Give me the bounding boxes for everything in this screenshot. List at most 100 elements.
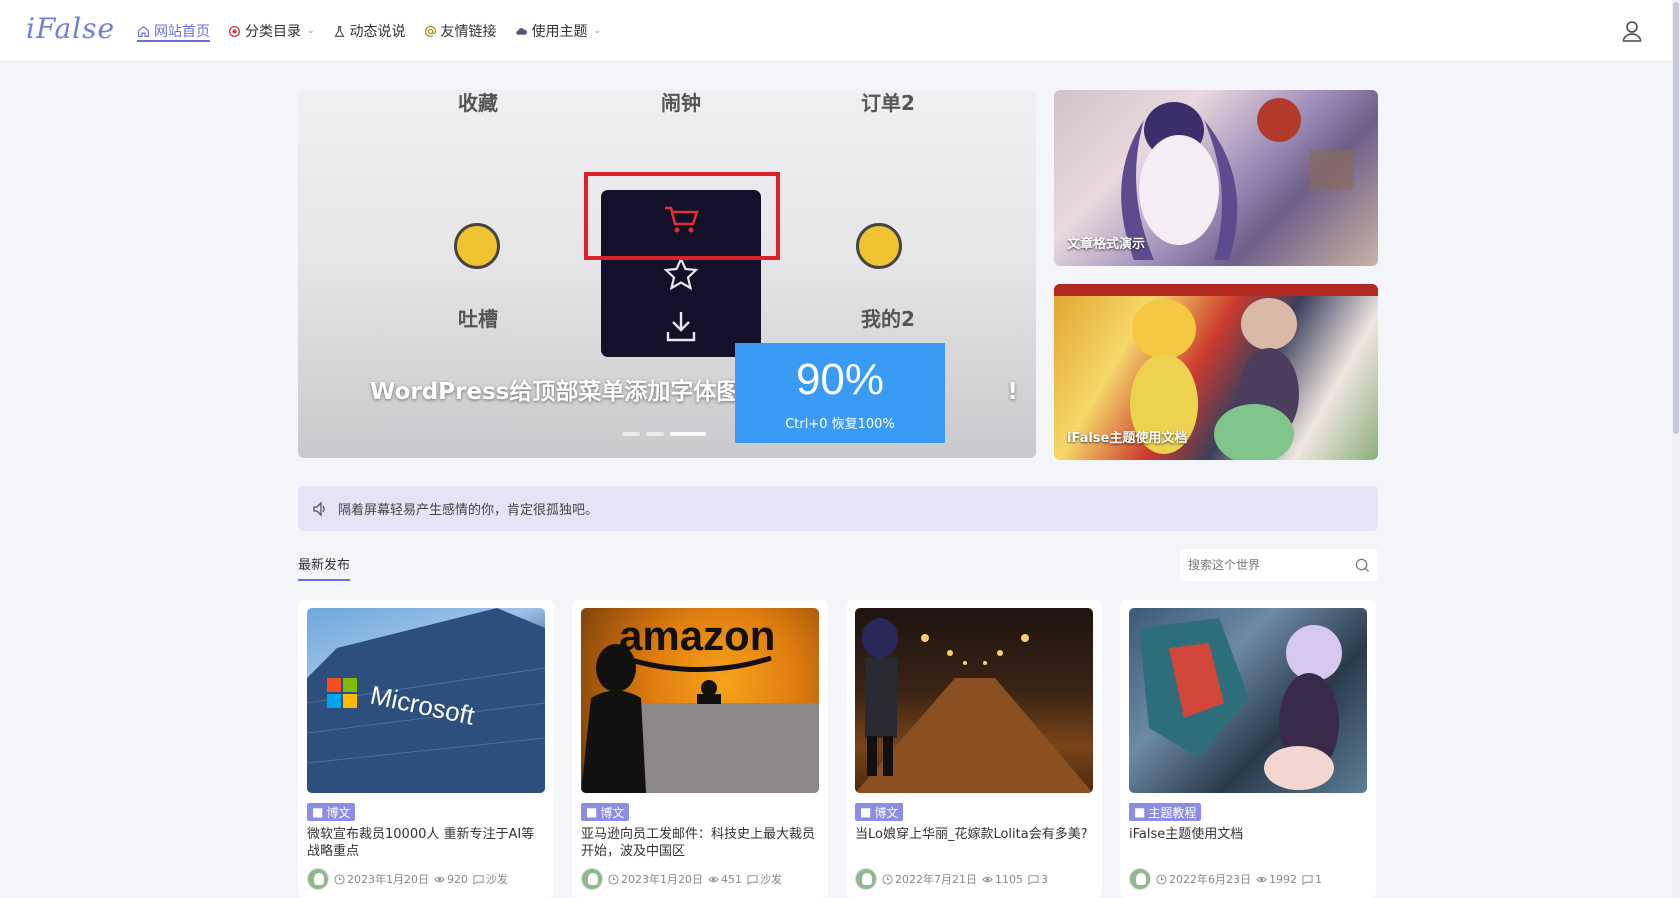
home-icon	[138, 25, 149, 37]
slide-app-label: 吐槽	[458, 307, 498, 331]
post-title[interactable]: 微软宣布裁员10000人 重新专注于AI等战略重点	[307, 826, 545, 860]
post-meta: 2022年7月21日 1105 3	[855, 868, 1048, 890]
nav-item-theme[interactable]: 使用主题 ⌄	[515, 0, 602, 62]
section-title-latest[interactable]: 最新发布	[298, 554, 351, 581]
slide-app-label: 订单2	[861, 91, 915, 115]
at-icon	[424, 25, 436, 37]
nav-label: 网站首页	[154, 24, 210, 40]
chevron-down-icon: ⌄	[593, 26, 602, 36]
avatar[interactable]	[307, 868, 329, 890]
nav-item-links[interactable]: 友情链接	[424, 0, 497, 62]
post-title[interactable]: iFalse主题使用文档	[1129, 826, 1367, 843]
announcement-bar: 隔着屏幕轻易产生感情的你，肯定很孤独吧。	[298, 486, 1378, 531]
star-icon	[663, 256, 699, 291]
post-thumbnail[interactable]: Microsoft	[307, 608, 545, 793]
post-thumbnail[interactable]: amazon	[581, 608, 819, 793]
nav-item-home[interactable]: 网站首页	[137, 0, 210, 62]
post-comments: 1	[1302, 873, 1322, 886]
category-tag[interactable]: ■ 主题教程	[1129, 803, 1202, 821]
post-date: 2023年1月20日	[334, 871, 429, 887]
comment-icon	[473, 874, 484, 885]
post-meta: 2023年1月20日 451 沙发	[581, 868, 782, 890]
category-icon	[228, 25, 241, 37]
post-date: 2023年1月20日	[608, 871, 703, 887]
side-card-theme-docs[interactable]: iFalse主题使用文档	[1054, 284, 1378, 460]
slide-app-label: 收藏	[458, 91, 498, 115]
nav-label: 友情链接	[440, 24, 497, 40]
folder-icon: ■	[586, 805, 598, 819]
cloud-icon	[515, 27, 527, 35]
avatar[interactable]	[1129, 868, 1151, 890]
highlight-box	[584, 172, 780, 260]
post-comments: 沙发	[473, 871, 508, 887]
side-card-format-demo[interactable]: 文章格式演示	[1054, 90, 1378, 266]
slider-dot-active[interactable]	[670, 432, 706, 436]
post-views: 920	[434, 873, 468, 886]
chat-bubble-icon	[454, 223, 500, 269]
post-views: 451	[708, 873, 742, 886]
nav-item-category[interactable]: 分类目录 ⌄	[228, 0, 315, 62]
category-tag[interactable]: ■ 博文	[307, 803, 356, 821]
slider-dots	[622, 432, 706, 436]
zoom-indicator: 90% Ctrl+0 恢复100%	[735, 343, 945, 443]
post-views: 1992	[1256, 873, 1297, 886]
svg-text:amazon: amazon	[619, 612, 775, 659]
post-card[interactable]: ■ 博文 当Lo娘穿上华丽_花嫁款Lolita会有多美? 2022年7月21日 1…	[846, 600, 1102, 898]
clock-icon	[608, 873, 619, 885]
side-card-label: 文章格式演示	[1067, 237, 1146, 252]
post-meta: 2023年1月20日 920 沙发	[307, 868, 508, 890]
category-tag[interactable]: ■ 博文	[581, 803, 630, 821]
eye-icon	[708, 876, 719, 882]
folder-icon: ■	[312, 805, 324, 819]
flask-icon	[334, 25, 345, 37]
nav-label: 动态说说	[349, 24, 406, 40]
post-card[interactable]: Microsoft ■ 博文 微软宣布裁员10000人 重新专注于AI等战略重点 …	[298, 600, 554, 898]
amazon-office-image: amazon	[581, 612, 819, 793]
post-card[interactable]: amazon ■ 博文 亚马逊向员工发邮件：科技史上最大裁员开始，波及中国区 20…	[572, 600, 828, 898]
post-title[interactable]: 当Lo娘穿上华丽_花嫁款Lolita会有多美?	[855, 826, 1093, 843]
eye-icon	[434, 876, 445, 882]
scrollbar-thumb[interactable]	[1673, 2, 1679, 434]
post-card[interactable]: ■ 主题教程 iFalse主题使用文档 2022年6月23日 1992 1	[1120, 600, 1376, 898]
mecha-anime-image	[1139, 618, 1342, 790]
eye-icon	[1256, 876, 1267, 882]
post-thumbnail[interactable]	[1129, 608, 1367, 793]
search-box	[1180, 549, 1378, 581]
post-thumbnail[interactable]	[855, 608, 1093, 793]
nav-item-moments[interactable]: 动态说说	[333, 0, 406, 62]
slider-dot[interactable]	[646, 432, 664, 436]
main-nav: 网站首页 分类目录 ⌄ 动态说说 友情链接 使用主题 ⌄	[137, 0, 601, 62]
user-icon[interactable]	[1622, 20, 1642, 42]
post-comments: 沙发	[747, 871, 782, 887]
building-image: Microsoft	[307, 608, 545, 793]
category-tag[interactable]: ■ 博文	[855, 803, 904, 821]
clock-icon	[334, 873, 345, 885]
download-icon	[666, 312, 696, 342]
page-scrollbar[interactable]	[1672, 0, 1680, 898]
avatar[interactable]	[855, 868, 877, 890]
search-icon[interactable]	[1355, 558, 1370, 573]
post-comments: 3	[1028, 873, 1048, 886]
clock-icon	[1156, 873, 1167, 885]
side-card-label: iFalse主题使用文档	[1067, 431, 1188, 446]
slider-dot[interactable]	[622, 432, 640, 436]
nav-label: 使用主题	[531, 24, 588, 40]
search-input[interactable]	[1188, 558, 1338, 572]
nav-label: 分类目录	[245, 24, 301, 40]
site-header: iFalse 网站首页 分类目录 ⌄ 动态说说 友情链接 使用主题 ⌄	[0, 0, 1672, 62]
zoom-value: 90%	[795, 355, 885, 404]
announcement-text: 隔着屏幕轻易产生感情的你，肯定很孤独吧。	[338, 503, 599, 518]
slide-app-label: 闹钟	[661, 91, 701, 115]
avatar[interactable]	[581, 868, 603, 890]
clock-icon	[882, 873, 893, 885]
post-date: 2022年6月23日	[1156, 871, 1251, 887]
comment-icon	[1028, 874, 1039, 885]
post-views: 1105	[982, 873, 1023, 886]
folder-icon: ■	[860, 805, 872, 819]
post-title[interactable]: 亚马逊向员工发邮件：科技史上最大裁员开始，波及中国区	[581, 826, 819, 860]
folder-icon: ■	[1134, 805, 1146, 819]
slide-app-label: 我的2	[861, 307, 915, 331]
eye-icon	[982, 876, 993, 882]
site-logo[interactable]: iFalse	[26, 12, 115, 45]
speaker-icon	[313, 500, 325, 517]
